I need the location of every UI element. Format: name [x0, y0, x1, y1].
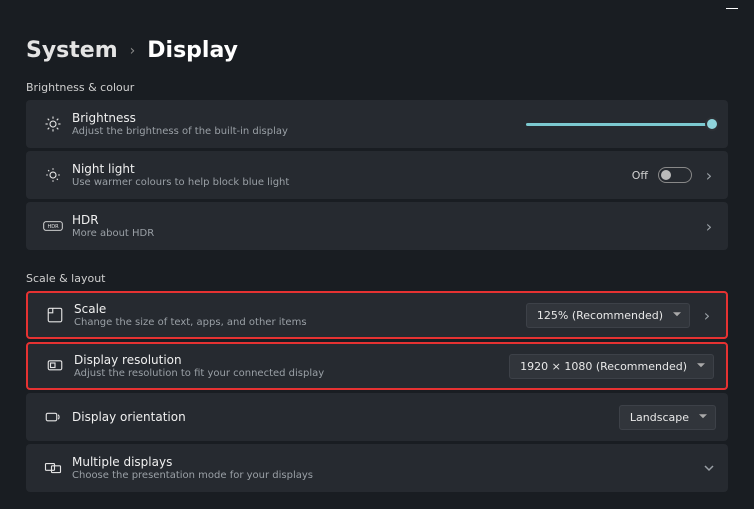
section-scale-layout: Scale & layout — [0, 268, 754, 291]
chevron-right-icon: › — [130, 43, 136, 59]
night-light-desc: Use warmer colours to help block blue li… — [72, 177, 632, 188]
brightness-slider[interactable] — [526, 123, 716, 126]
resolution-dropdown[interactable]: 1920 × 1080 (Recommended) — [509, 354, 714, 379]
multiple-displays-icon — [38, 459, 68, 477]
orientation-title: Display orientation — [72, 410, 619, 424]
breadcrumb-current: Display — [147, 38, 238, 63]
hdr-desc: More about HDR — [72, 228, 702, 239]
resolution-icon — [40, 357, 70, 375]
multiple-displays-row[interactable]: Multiple displays Choose the presentatio… — [26, 444, 728, 492]
scale-title: Scale — [74, 302, 526, 316]
night-light-icon — [38, 166, 68, 184]
scale-icon — [40, 306, 70, 324]
scale-desc: Change the size of text, apps, and other… — [74, 317, 526, 328]
section-brightness-colour: Brightness & colour — [0, 77, 754, 100]
sun-icon — [38, 115, 68, 133]
orientation-icon — [38, 408, 68, 426]
brightness-desc: Adjust the brightness of the built-in di… — [72, 126, 526, 137]
svg-text:HDR: HDR — [47, 224, 59, 230]
night-light-toggle-label: Off — [632, 169, 648, 182]
chevron-right-icon: › — [702, 217, 716, 236]
night-light-title: Night light — [72, 162, 632, 176]
resolution-title: Display resolution — [74, 353, 509, 367]
night-light-row[interactable]: Night light Use warmer colours to help b… — [26, 151, 728, 199]
multiple-displays-title: Multiple displays — [72, 455, 702, 469]
brightness-row[interactable]: Brightness Adjust the brightness of the … — [26, 100, 728, 148]
breadcrumb: System › Display — [0, 14, 754, 77]
scale-dropdown[interactable]: 125% (Recommended) — [526, 303, 690, 328]
multiple-displays-desc: Choose the presentation mode for your di… — [72, 470, 702, 481]
chevron-right-icon: › — [700, 306, 714, 325]
breadcrumb-root[interactable]: System — [26, 38, 118, 63]
minimize-button[interactable] — [726, 8, 738, 9]
chevron-down-icon — [702, 462, 716, 474]
orientation-row[interactable]: Display orientation Landscape — [26, 393, 728, 441]
hdr-icon: HDR — [38, 220, 68, 232]
orientation-dropdown[interactable]: Landscape — [619, 405, 716, 430]
night-light-toggle[interactable] — [658, 167, 692, 183]
hdr-row[interactable]: HDR HDR More about HDR › — [26, 202, 728, 250]
chevron-right-icon: › — [702, 166, 716, 185]
scale-row[interactable]: Scale Change the size of text, apps, and… — [26, 291, 728, 339]
brightness-title: Brightness — [72, 111, 526, 125]
resolution-desc: Adjust the resolution to fit your connec… — [74, 368, 509, 379]
hdr-title: HDR — [72, 213, 702, 227]
resolution-row[interactable]: Display resolution Adjust the resolution… — [26, 342, 728, 390]
